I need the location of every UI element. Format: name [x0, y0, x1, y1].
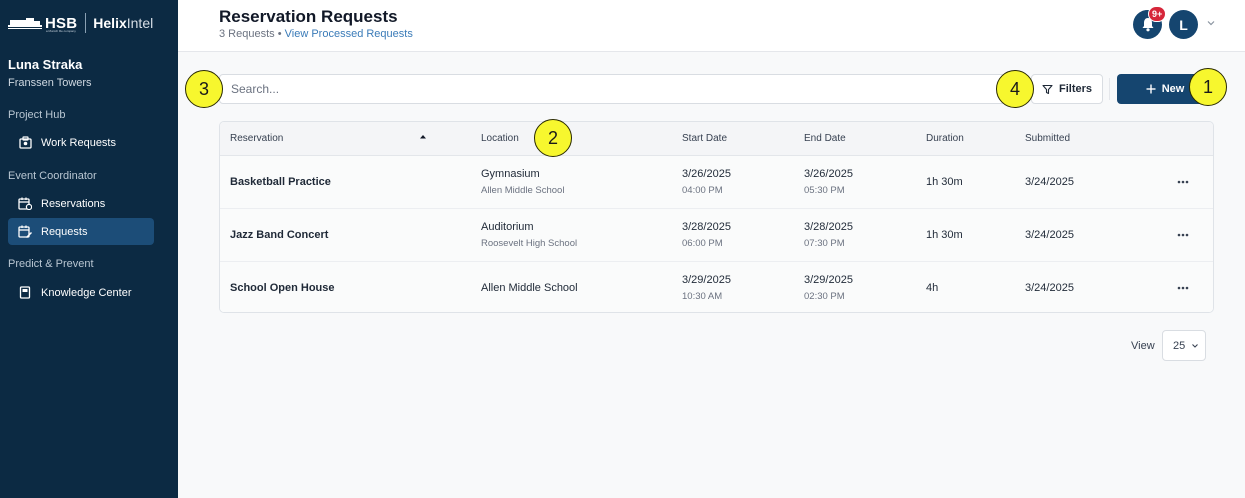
sidebar-item-knowledge-center[interactable]: Knowledge Center: [8, 279, 154, 306]
location-sub: Roosevelt High School: [481, 238, 578, 249]
table-row[interactable]: Basketball Practice Gymnasium Allen Midd…: [220, 156, 1213, 209]
section-event-coordinator: Event Coordinator: [8, 170, 97, 182]
row-actions-button[interactable]: [1176, 175, 1190, 189]
page-title: Reservation Requests: [219, 7, 398, 26]
section-project-hub: Project Hub: [8, 109, 66, 121]
more-horizontal-icon: [1177, 286, 1189, 290]
end-date: 3/29/2025: [804, 274, 853, 286]
column-header-duration[interactable]: Duration: [926, 133, 964, 144]
sidebar-item-label: Knowledge Center: [41, 286, 132, 299]
duration: 4h: [926, 282, 939, 294]
chevron-down-icon: [1192, 344, 1198, 348]
duration: 1h 30m: [926, 176, 963, 188]
brand-divider: [85, 13, 87, 33]
sidebar-item-requests[interactable]: Requests: [8, 218, 154, 245]
column-header-reservation[interactable]: Reservation: [230, 133, 283, 144]
request-count: 3 Requests: [219, 28, 275, 40]
hsb-train-icon: [8, 18, 42, 29]
sidebar-item-label: Work Requests: [41, 136, 116, 149]
submitted-date: 3/24/2025: [1025, 176, 1074, 188]
start-time: 10:30 AM: [682, 291, 723, 302]
new-button-label: New: [1161, 83, 1185, 95]
start-date: 3/28/2025: [682, 221, 731, 233]
page-size-label: View: [1131, 340, 1155, 352]
end-date: 3/26/2025: [804, 168, 853, 180]
location-name: Gymnasium: [481, 168, 540, 180]
column-header-end-date[interactable]: End Date: [804, 133, 846, 144]
notification-badge: 9+: [1148, 6, 1167, 22]
table-row[interactable]: School Open House Allen Middle School 3/…: [220, 262, 1213, 312]
reservation-name: Basketball Practice: [230, 176, 331, 188]
work-requests-icon: [18, 136, 32, 150]
filters-button[interactable]: Filters: [1031, 74, 1103, 104]
row-actions-button[interactable]: [1176, 281, 1190, 295]
search-input[interactable]: [219, 74, 1029, 104]
callout-marker-1: 1: [1189, 68, 1227, 106]
hsb-tagline: a Munich Re company: [46, 29, 76, 33]
helix-text: Helix: [93, 15, 127, 31]
end-date: 3/28/2025: [804, 221, 853, 233]
submitted-date: 3/24/2025: [1025, 229, 1074, 241]
filter-icon: [1042, 84, 1053, 94]
more-horizontal-icon: [1177, 233, 1189, 237]
end-time: 02:30 PM: [804, 291, 845, 302]
duration: 1h 30m: [926, 229, 963, 241]
toolbar-divider: [1109, 78, 1110, 100]
user-name: Luna Straka: [8, 57, 83, 72]
location-sub: Allen Middle School: [481, 185, 565, 196]
row-actions-button[interactable]: [1176, 228, 1190, 242]
callout-marker-3: 3: [185, 70, 223, 108]
submitted-date: 3/24/2025: [1025, 282, 1074, 294]
sidebar-item-label: Requests: [41, 225, 88, 238]
subtitle-separator: •: [277, 28, 282, 40]
reservation-name: Jazz Band Concert: [230, 229, 329, 241]
column-header-start-date[interactable]: Start Date: [682, 133, 727, 144]
start-date: 3/26/2025: [682, 168, 731, 180]
view-processed-requests-link[interactable]: View Processed Requests: [285, 28, 413, 40]
reservation-name: School Open House: [230, 282, 335, 294]
callout-marker-2: 2: [534, 119, 572, 157]
chevron-down-icon[interactable]: [1206, 18, 1216, 28]
page-subtitle: 3 Requests • View Processed Requests: [219, 28, 413, 40]
table-header: Reservation Location Start Date End Date…: [220, 122, 1213, 156]
start-date: 3/29/2025: [682, 274, 731, 286]
location-name: Auditorium: [481, 221, 534, 233]
sidebar-item-reservations[interactable]: Reservations: [8, 190, 154, 217]
sidebar-item-label: Reservations: [41, 197, 106, 210]
column-header-submitted[interactable]: Submitted: [1025, 133, 1070, 144]
helixintel-wordmark: HelixIntel: [93, 15, 153, 31]
section-predict-prevent: Predict & Prevent: [8, 258, 94, 270]
user-avatar[interactable]: L: [1169, 10, 1198, 39]
user-organization: Franssen Towers: [8, 77, 92, 89]
brand-logo[interactable]: HSB a Munich Re company HelixIntel: [8, 12, 153, 34]
table-row[interactable]: Jazz Band Concert Auditorium Roosevelt H…: [220, 209, 1213, 262]
callout-marker-4: 4: [996, 70, 1034, 108]
calendar-edit-icon: [18, 225, 32, 239]
reservation-requests-table: Reservation Location Start Date End Date…: [219, 121, 1214, 313]
filters-label: Filters: [1058, 83, 1092, 95]
book-icon: [18, 286, 32, 300]
location-name: Allen Middle School: [481, 282, 578, 294]
page-size-value: 25: [1173, 339, 1186, 352]
sidebar: HSB a Munich Re company HelixIntel Luna …: [0, 0, 178, 498]
sidebar-item-work-requests[interactable]: Work Requests: [8, 129, 154, 156]
more-horizontal-icon: [1177, 180, 1189, 184]
intel-text: Intel: [126, 15, 154, 31]
start-time: 06:00 PM: [682, 238, 723, 249]
end-time: 05:30 PM: [804, 185, 845, 196]
plus-icon: [1146, 84, 1156, 94]
sort-ascending-icon[interactable]: [418, 132, 428, 142]
calendar-icon: [18, 197, 32, 211]
end-time: 07:30 PM: [804, 238, 845, 249]
page-header: Reservation Requests 3 Requests • View P…: [178, 0, 1245, 52]
start-time: 04:00 PM: [682, 185, 723, 196]
page-size-select[interactable]: 25: [1162, 330, 1206, 361]
column-header-location[interactable]: Location: [481, 133, 519, 144]
